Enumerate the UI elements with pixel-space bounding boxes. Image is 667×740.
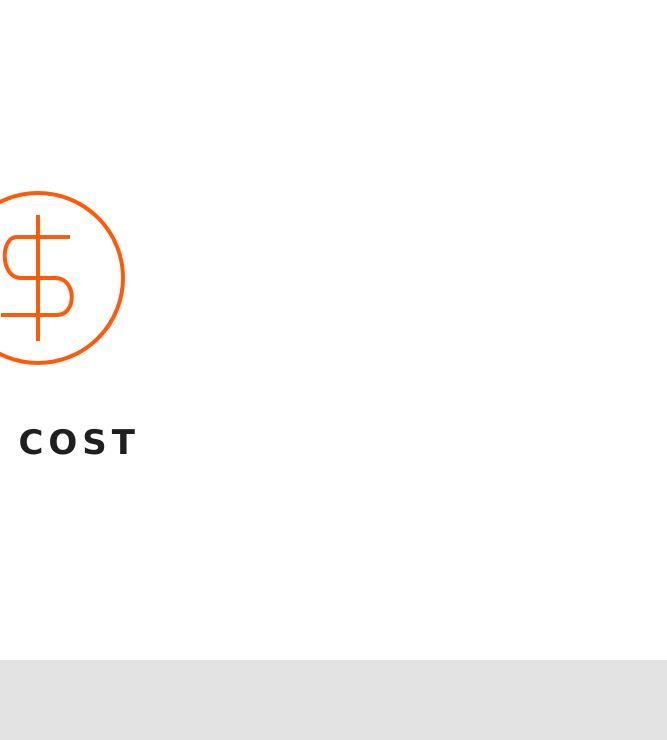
dollar-icon <box>0 191 125 365</box>
feature-card: COST <box>0 0 667 660</box>
footer-band <box>0 660 667 740</box>
feature-label: COST <box>18 423 140 463</box>
